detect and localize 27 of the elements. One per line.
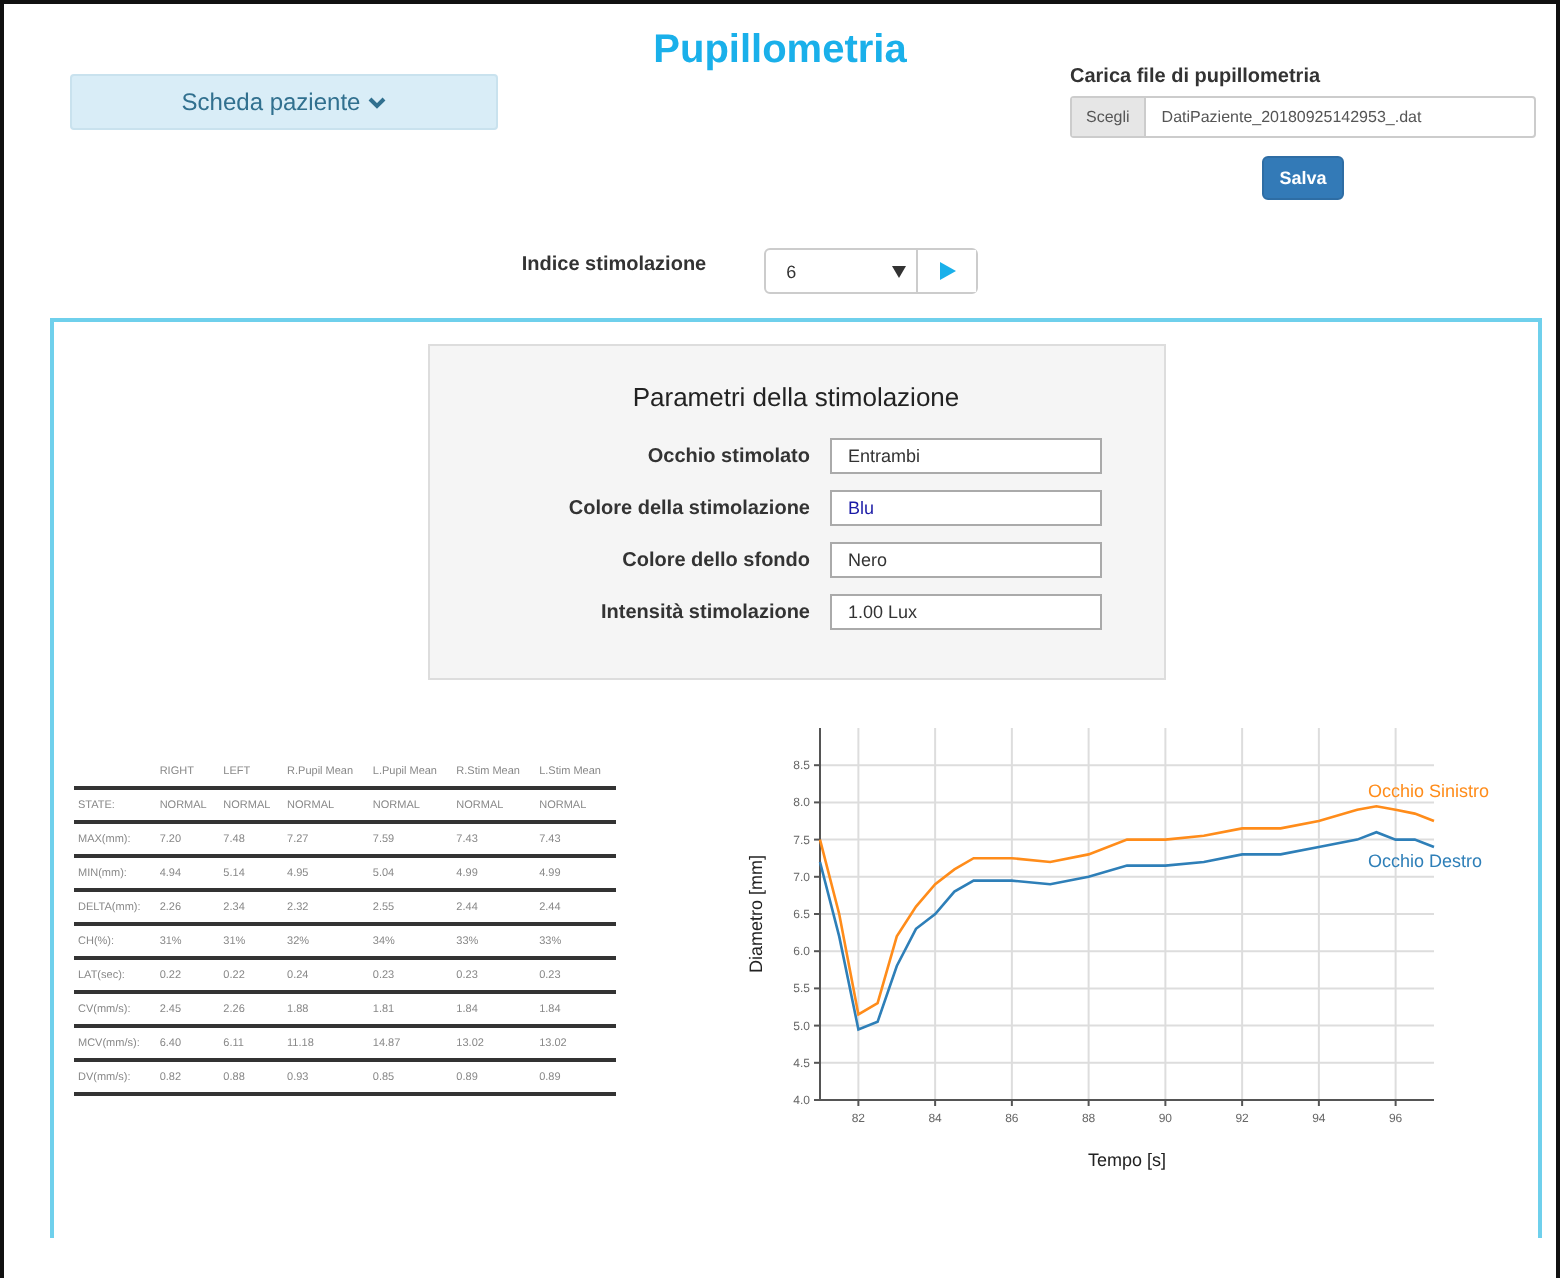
choose-file-button[interactable]: Scegli xyxy=(1072,98,1146,136)
file-input[interactable]: Scegli DatiPaziente_20180925142953_.dat xyxy=(1070,96,1536,138)
parameter-value-field: Nero xyxy=(830,542,1102,578)
patient-card-button[interactable]: Scheda paziente xyxy=(70,74,498,130)
play-icon xyxy=(939,262,956,280)
x-axis-title: Tempo [s] xyxy=(1088,1150,1166,1170)
parameter-label: Colore della stimolazione xyxy=(566,497,810,519)
select-value: 6 xyxy=(784,259,799,285)
save-button[interactable]: Salva xyxy=(1262,156,1344,200)
play-button[interactable] xyxy=(916,250,977,292)
file-name: DatiPaziente_20180925142953_.dat xyxy=(1159,106,1424,130)
parameter-value-field: 1.00 Lux xyxy=(830,594,1102,630)
file-upload-label: Carica file di pupillometria xyxy=(1070,66,1323,88)
stimulation-index-select[interactable]: 6 xyxy=(764,248,979,294)
parameter-label: Colore dello sfondo xyxy=(620,549,810,571)
dropdown-arrow-icon xyxy=(892,265,907,277)
parameter-label: Intensità stimolazione xyxy=(599,601,810,623)
chevron-down-icon xyxy=(368,95,387,109)
parameter-label: Occhio stimolato xyxy=(645,445,810,467)
series-label: Occhio Sinistro xyxy=(1368,781,1490,801)
page-title: Pupillometria xyxy=(653,28,907,76)
parameter-value-field: Blu xyxy=(830,490,1102,526)
parameters-title: Parametri della stimolazione xyxy=(632,382,960,412)
series-label: Occhio Destro xyxy=(1368,851,1483,872)
parameter-value-field: Entrambi xyxy=(830,438,1102,474)
stimulation-index-label: Indice stimolazione xyxy=(521,254,707,276)
y-axis-title: Diametro [mm] xyxy=(746,855,766,973)
